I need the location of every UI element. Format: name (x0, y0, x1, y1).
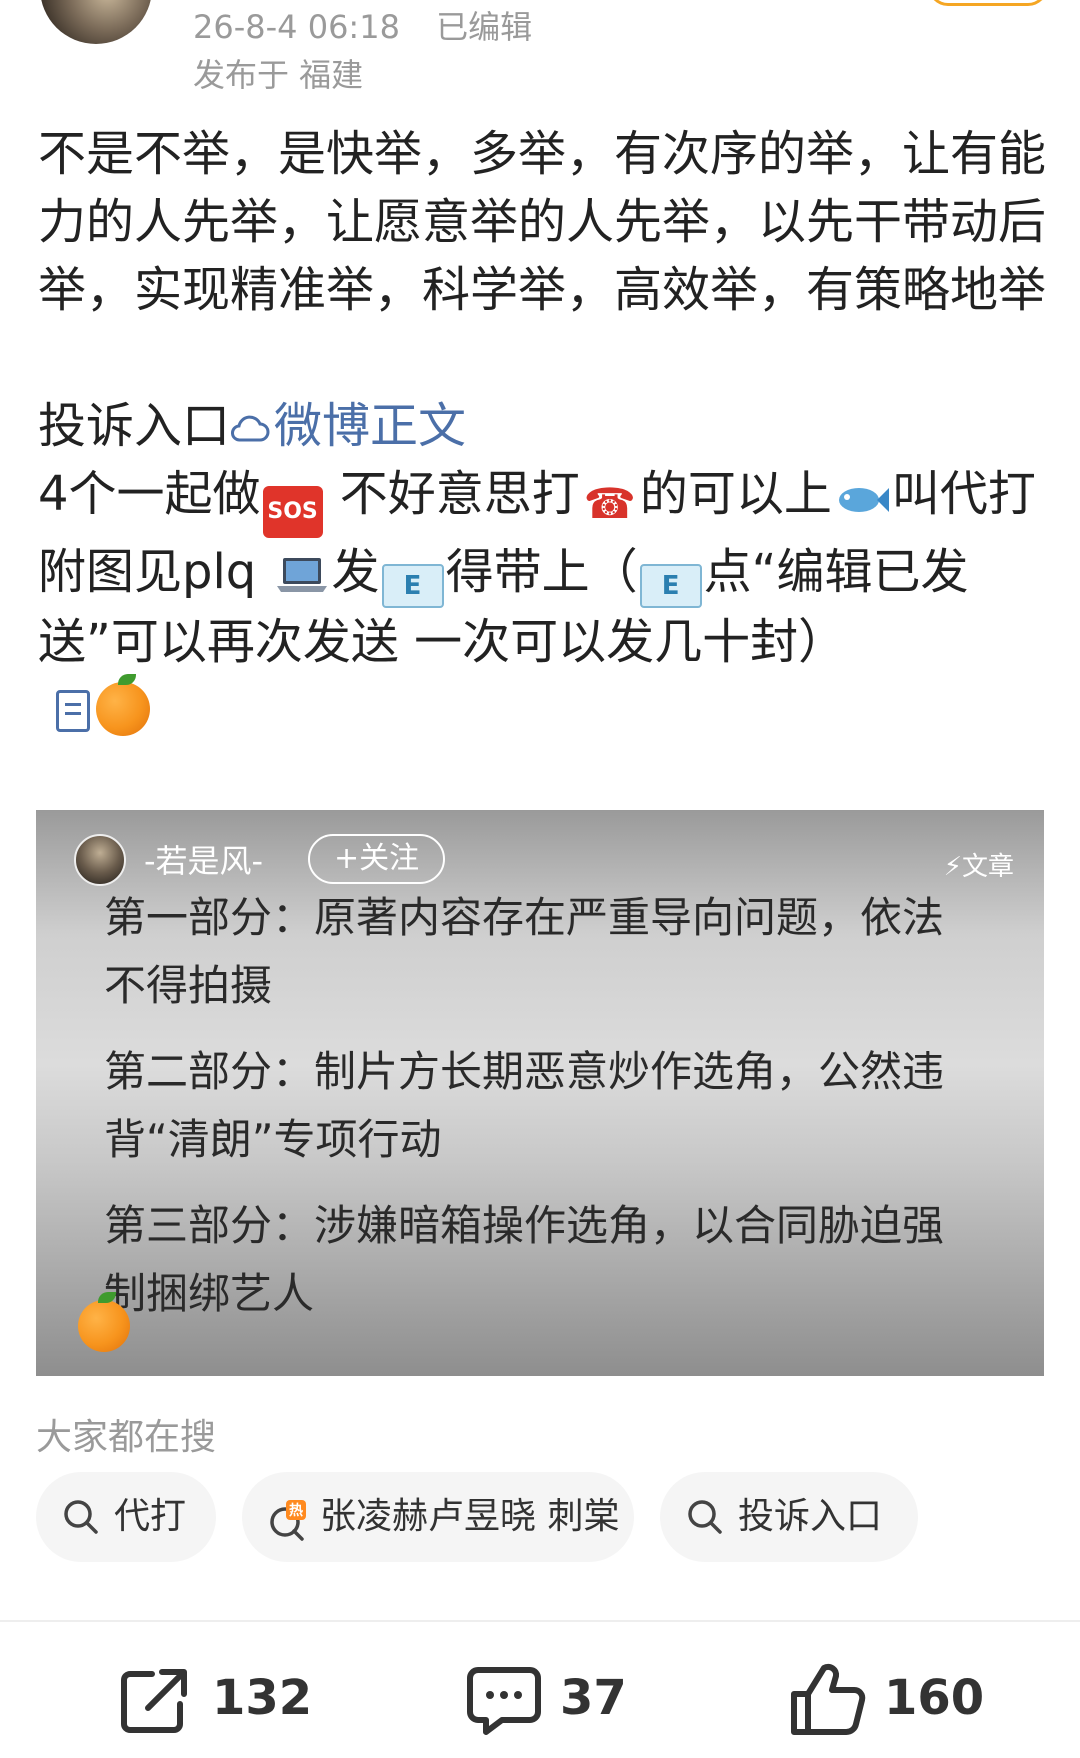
search-chip-label: 投诉入口 (738, 1496, 883, 1537)
search-icon (64, 1500, 98, 1534)
comment-button[interactable]: 37 (464, 1662, 644, 1738)
fish-icon (834, 479, 890, 531)
laptop-icon (274, 554, 330, 606)
email-icon: E (639, 564, 702, 608)
trending-search-title: 大家都在搜 (36, 1417, 217, 1458)
search-chip-label: 代打 (114, 1496, 187, 1537)
post-header: 26-8-4 06:18 已编辑 发布于 福建 (0, 0, 1080, 100)
card-section-1: 第一部分：原著内容存在严重导向问题，依法不得拍摄 (104, 893, 945, 1010)
weibo-link-icon (230, 396, 272, 442)
repost-count: 132 (212, 1670, 313, 1726)
card-author-name[interactable]: -若是风- (144, 836, 263, 882)
article-card[interactable]: -若是风- +关注 ⚡文章 第一部分：原著内容存在严重导向问题，依法不得拍摄 第… (36, 810, 1044, 1376)
tangerine-icon (78, 1292, 130, 1352)
post-body: 不是不举，是快举，多举，有次序的举，让有能力的人先举，让愿意举的人先举，以先干带… (38, 120, 1048, 744)
thumbs-up-icon (791, 1663, 866, 1735)
search-chip-hot[interactable]: 热 张凌赫卢昱晓 刺棠 (242, 1472, 634, 1562)
post-paragraph: 不是不举，是快举，多举，有次序的举，让有能力的人先举，让愿意举的人先举，以先干带… (38, 126, 1047, 318)
like-count: 160 (884, 1670, 985, 1726)
card-section-2: 第二部分：制片方长期恶意炒作选角，公然违背“清朗”专项行动 (104, 1047, 945, 1164)
action-bar: 132 37 160 (0, 1622, 1080, 1758)
comment-icon (467, 1667, 541, 1735)
email-icon: E (381, 564, 444, 608)
post-paragraph-2: 投诉入口 微博正文 4个一起做 SOS 不好意思打☎的可以上 叫代打 附图见plq 发E… (38, 392, 1048, 744)
like-button[interactable]: 160 (788, 1662, 988, 1738)
article-tag: ⚡文章 (943, 852, 1014, 882)
hot-search-icon: 热 (270, 1500, 306, 1541)
post-text-segment: 4个一起做 (38, 466, 261, 522)
post-text-segment: 发 (331, 544, 380, 600)
post-text-segment: 不好意思打 (324, 466, 580, 522)
svg-text:热: 热 (289, 1502, 303, 1519)
search-chip[interactable]: 投诉入口 (660, 1472, 918, 1562)
weibo-link-label: 微博正文 (274, 398, 467, 454)
repost-button[interactable]: 132 (116, 1662, 316, 1738)
follow-button[interactable] (928, 0, 1048, 6)
edited-label[interactable]: 已编辑 (436, 8, 532, 46)
card-content: 第一部分：原著内容存在严重导向问题，依法不得拍摄 第二部分：制片方长期恶意炒作选… (104, 884, 984, 1346)
card-follow-button[interactable]: +关注 (308, 834, 446, 884)
document-icon[interactable] (56, 690, 90, 732)
share-icon (121, 1669, 187, 1733)
post-timestamp: 26-8-4 06:18 (193, 8, 400, 46)
search-chip-label: 张凌赫卢昱晓 刺棠 (320, 1496, 620, 1537)
post-text-segment: 得带上（ (445, 544, 638, 600)
weibo-text-link[interactable]: 微博正文 (230, 398, 466, 454)
card-section-3: 第三部分：涉嫌暗箱操作选角，以合同胁迫强制捆绑艺人 (104, 1201, 945, 1318)
comment-count: 37 (560, 1670, 627, 1726)
link-prefix: 投诉入口 (38, 398, 231, 454)
card-author-avatar[interactable] (74, 834, 126, 886)
post-meta: 26-8-4 06:18 已编辑 (193, 2, 532, 48)
search-chip[interactable]: 代打 (36, 1472, 216, 1562)
sos-icon: SOS (262, 486, 323, 538)
post-text-segment: 的可以上 (639, 466, 832, 522)
tangerine-icon (96, 674, 150, 736)
post-location: 发布于 福建 (193, 56, 364, 94)
telephone-icon: ☎ (583, 479, 636, 528)
search-icon (688, 1500, 722, 1534)
author-avatar[interactable] (40, 0, 152, 44)
